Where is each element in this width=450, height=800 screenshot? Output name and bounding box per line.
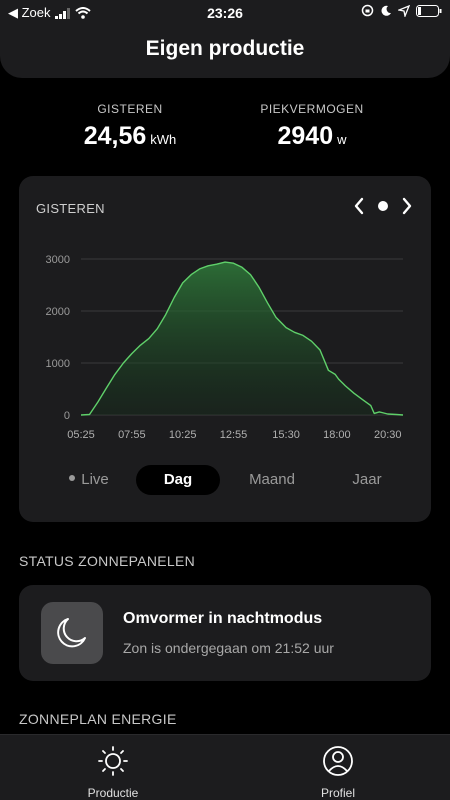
tab-productie-label: Productie [87, 786, 139, 800]
status-bar: ◀ Zoek 23:26 [0, 0, 450, 26]
x-tick-label: 05:25 [67, 429, 95, 441]
x-tick-label: 07:55 [118, 429, 146, 441]
stat-peak: PIEKVERMOGEN 2940 w [222, 102, 402, 151]
status-subtitle: Zon is ondergegaan om 21:52 uur [123, 640, 334, 656]
period-tab-dag[interactable]: Dag [136, 465, 220, 495]
chart-series [80, 261, 404, 416]
location-icon [398, 4, 410, 17]
status-icon-box [41, 602, 103, 664]
sun-icon [98, 746, 128, 776]
stat-peak-unit: w [337, 132, 347, 147]
x-tick-label: 20:30 [374, 429, 402, 441]
stat-yesterday-value-row: 24,56 kWh [40, 122, 220, 151]
lock-rotation-icon [361, 4, 374, 17]
stat-peak-value-row: 2940 w [222, 122, 402, 151]
y-tick-label: 3000 [46, 254, 70, 266]
chart-x-axis: 05:25 07:55 10:25 12:55 15:30 18:00 20:30 [67, 429, 401, 441]
tab-profiel-label: Profiel [320, 786, 355, 800]
y-tick-label: 0 [64, 410, 70, 422]
y-tick-label: 2000 [46, 306, 70, 318]
section-heading-energy: ZONNEPLAN ENERGIE [19, 711, 177, 727]
chart-y-axis: 0 1000 2000 3000 [46, 254, 70, 422]
status-title: Omvormer in nachtmodus [123, 610, 323, 627]
production-chart: 0 1000 2000 3000 05:25 07:55 10:25 12:55 15:30 1… [46, 254, 404, 441]
x-tick-label: 15:30 [272, 429, 300, 441]
battery-icon [416, 4, 442, 17]
series-area [81, 262, 403, 415]
production-chart-card: GISTEREN 0 1000 2000 3000 05:25 07:55 10:25 12… [19, 176, 431, 522]
tab-productie[interactable]: Productie [53, 745, 173, 800]
live-dot-icon [69, 475, 76, 482]
x-tick-label: 10:25 [169, 429, 197, 441]
status-right [361, 4, 442, 17]
section-heading-status: STATUS ZONNEPANELEN [19, 553, 196, 569]
stat-peak-value: 2940 [277, 122, 334, 150]
stat-yesterday-label: GISTEREN [97, 102, 163, 116]
inverter-status-card[interactable]: Omvormer in nachtmodus Zon is ondergegaa… [19, 585, 431, 681]
x-tick-label: 12:55 [220, 429, 248, 441]
period-tab-jaar[interactable]: Jaar [329, 465, 405, 495]
moon-status-icon [381, 5, 391, 16]
tab-profiel[interactable]: Profiel [278, 745, 398, 800]
stat-yesterday-value: 24,56 [83, 122, 147, 150]
stat-yesterday-unit: kWh [150, 132, 177, 147]
stat-yesterday: GISTEREN 24,56 kWh [40, 102, 220, 151]
moon-icon [57, 618, 86, 648]
stat-peak-label: PIEKVERMOGEN [260, 102, 364, 116]
period-tab-live[interactable]: Live [49, 465, 129, 495]
tab-bar: Productie Profiel [0, 734, 450, 800]
x-tick-label: 18:00 [323, 429, 351, 441]
period-tab-live-label: Live [81, 471, 109, 488]
page-title: Eigen productie [145, 37, 305, 60]
person-icon [323, 746, 353, 776]
y-tick-label: 1000 [46, 358, 70, 370]
period-tab-maand[interactable]: Maand [231, 465, 313, 495]
